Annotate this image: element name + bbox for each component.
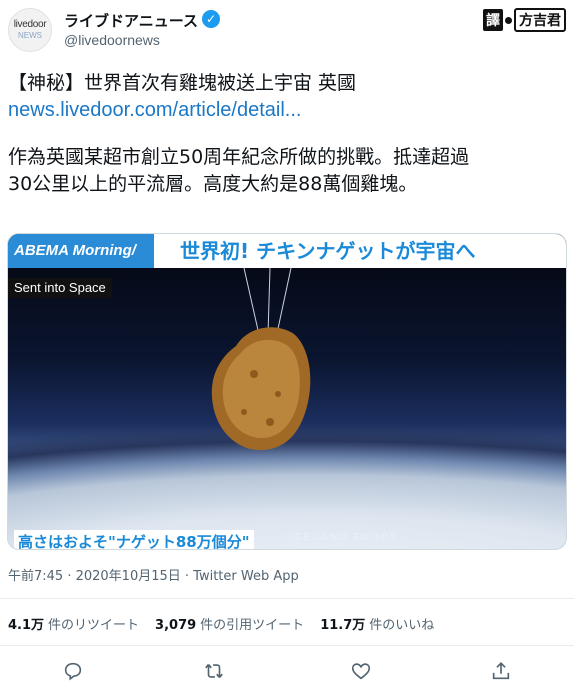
tweet-link[interactable]: news.livedoor.com/article/detail... [8, 99, 301, 121]
avatar[interactable]: livedoor NEWS [8, 8, 52, 52]
avatar-line1: livedoor [13, 19, 47, 30]
tweet-timestamp[interactable]: 午前7:45 · 2020年10月15日 · Twitter Web App [8, 565, 299, 584]
retweet-stat[interactable]: 4.1万 件のリツイート [8, 614, 139, 633]
share-icon[interactable] [490, 660, 512, 682]
height-caption: 高さはおよそ"ナゲット88万個分" [14, 530, 254, 549]
tweet-stats: 4.1万 件のリツイート 3,079 件の引用ツイート 11.7万 件のいいね [8, 614, 434, 633]
tweet-body-line2: 30公里以上的平流層。高度大約是88萬個雞塊。 [8, 173, 418, 195]
tweet-actions [0, 654, 574, 688]
avatar-line2: NEWS [18, 31, 42, 40]
reply-icon[interactable] [62, 660, 84, 682]
like-label: 件のいいね [369, 618, 435, 633]
quote-stat[interactable]: 3,079 件の引用ツイート [155, 614, 304, 633]
like-icon[interactable] [350, 660, 372, 682]
divider-bottom [0, 645, 574, 646]
abema-headline: 世界初! チキンナゲットが宇宙へ [154, 234, 566, 268]
tweet-text: 【神秘】世界首次有雞塊被送上宇宙 英國 news.livedoor.com/ar… [8, 70, 568, 198]
author-handle[interactable]: @livedoornews [64, 32, 160, 48]
divider-top [0, 598, 574, 599]
retweet-icon[interactable] [203, 660, 225, 682]
translator-label: 譯 [483, 9, 503, 31]
quote-label: 件の引用ツイート [200, 618, 305, 633]
retweet-label: 件のリツイート [48, 618, 140, 633]
abema-logo: ABEMA Morning/ [8, 234, 154, 268]
tweet-body-line1: 作為英國某超市創立50周年紀念所做的挑戰。抵達超過 [8, 146, 470, 168]
author-display-name[interactable]: ライブドアニュース [64, 10, 198, 31]
like-count: 11.7万 [320, 618, 366, 633]
iceland-watermark: ICELAND FOODS · [290, 532, 409, 543]
like-stat[interactable]: 11.7万 件のいいね [320, 614, 434, 633]
verified-icon: ✓ [202, 10, 220, 28]
retweet-count: 4.1万 [8, 618, 45, 633]
tweet-headline: 【神秘】世界首次有雞塊被送上宇宙 英國 [8, 72, 357, 94]
translator-badge: 譯 方吉君 [483, 8, 566, 32]
quote-count: 3,079 [155, 618, 197, 633]
sent-into-space-tag: Sent into Space [8, 278, 112, 298]
abema-banner: ABEMA Morning/ 世界初! チキンナゲットが宇宙へ [8, 234, 566, 268]
translator-name: 方吉君 [514, 8, 566, 32]
translator-dot [505, 16, 512, 24]
tweet-media-image[interactable]: ABEMA Morning/ 世界初! チキンナゲットが宇宙へ Sent int… [7, 233, 567, 550]
